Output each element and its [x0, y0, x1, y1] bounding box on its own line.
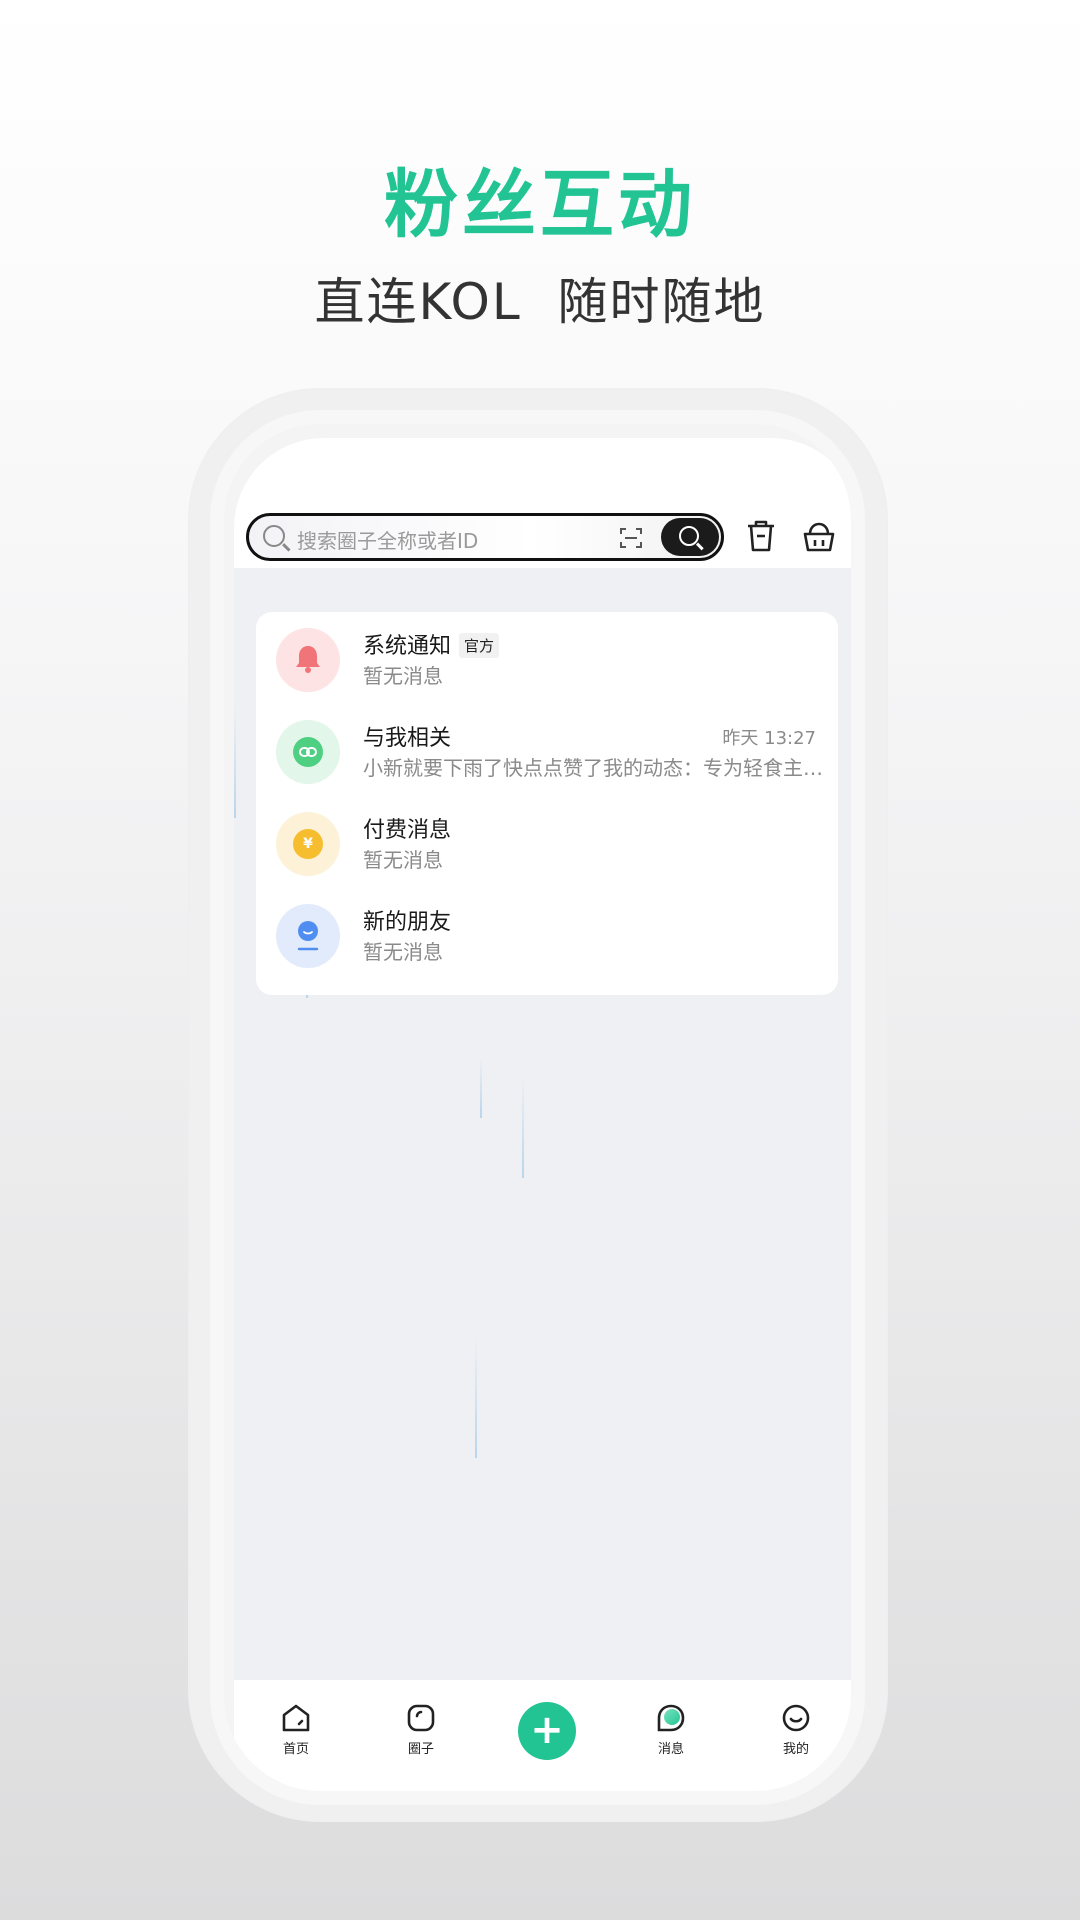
message-title: 付费消息: [363, 818, 452, 843]
official-badge: 官方: [459, 633, 500, 658]
bottom-tab-bar: 首页 圈子 + 消息 我的: [234, 1680, 851, 1791]
search-box[interactable]: 搜索圈子全称或者ID: [246, 513, 724, 561]
message-subtitle: 小新就要下雨了快点点赞了我的动态：专为轻食主义者准备的: [363, 756, 823, 780]
rain-streak: [522, 1078, 524, 1178]
friend-icon: [276, 904, 340, 968]
tab-circle[interactable]: 圈子: [381, 1702, 461, 1757]
hero-title: 粉丝互动: [384, 162, 696, 248]
search-icon: [263, 525, 285, 547]
message-icon: [657, 1704, 685, 1732]
tab-label: 首页: [282, 1742, 309, 1757]
search-icon: [679, 526, 699, 546]
message-subtitle: 暂无消息: [363, 664, 443, 688]
message-subtitle: 暂无消息: [363, 848, 443, 872]
message-title: 系统通知: [363, 634, 452, 659]
tab-home[interactable]: 首页: [256, 1702, 336, 1757]
link-icon: [276, 720, 340, 784]
bell-icon: [276, 628, 340, 692]
rain-streak: [475, 1338, 477, 1458]
message-row-paid[interactable]: ¥ 付费消息 暂无消息: [256, 796, 838, 888]
message-title: 与我相关: [363, 726, 452, 751]
message-subtitle: 暂无消息: [363, 940, 443, 964]
top-bar: 搜索圈子全称或者ID: [234, 438, 851, 568]
message-row-friends[interactable]: 新的朋友 暂无消息: [256, 888, 838, 980]
search-input[interactable]: 搜索圈子全称或者ID: [297, 525, 478, 554]
phone-frame: 搜索圈子全称或者ID 系统通知 官方 暂无消息 与我相关 昨天 13:27 小新…: [210, 410, 865, 1805]
tab-messages[interactable]: 消息: [631, 1702, 711, 1757]
message-row-system[interactable]: 系统通知 官方 暂无消息: [256, 612, 838, 704]
hero-subtitle: 直连KOL 随时随地: [314, 273, 766, 331]
message-time: 昨天 13:27: [722, 728, 816, 749]
message-row-mentions[interactable]: 与我相关 昨天 13:27 小新就要下雨了快点点赞了我的动态：专为轻食主义者准备…: [256, 704, 838, 796]
home-icon: [282, 1704, 310, 1732]
circle-icon: [407, 1704, 435, 1732]
plus-icon[interactable]: +: [518, 1702, 576, 1760]
tab-label: 我的: [782, 1742, 809, 1757]
scan-icon[interactable]: [619, 526, 643, 550]
tab-profile[interactable]: 我的: [756, 1702, 836, 1757]
message-title: 新的朋友: [363, 910, 452, 935]
search-button[interactable]: [661, 518, 719, 556]
basket-icon[interactable]: [802, 518, 836, 554]
yuan-icon: ¥: [276, 812, 340, 876]
profile-icon: [782, 1704, 810, 1732]
trash-icon[interactable]: [744, 518, 778, 554]
tab-label: 消息: [657, 1742, 684, 1757]
message-list: 系统通知 官方 暂无消息 与我相关 昨天 13:27 小新就要下雨了快点点赞了我的…: [256, 612, 838, 995]
phone-screen: 搜索圈子全称或者ID 系统通知 官方 暂无消息 与我相关 昨天 13:27 小新…: [234, 438, 851, 1791]
rain-streak: [480, 1058, 482, 1118]
tab-label: 圈子: [407, 1742, 434, 1757]
rain-streak: [234, 708, 236, 818]
